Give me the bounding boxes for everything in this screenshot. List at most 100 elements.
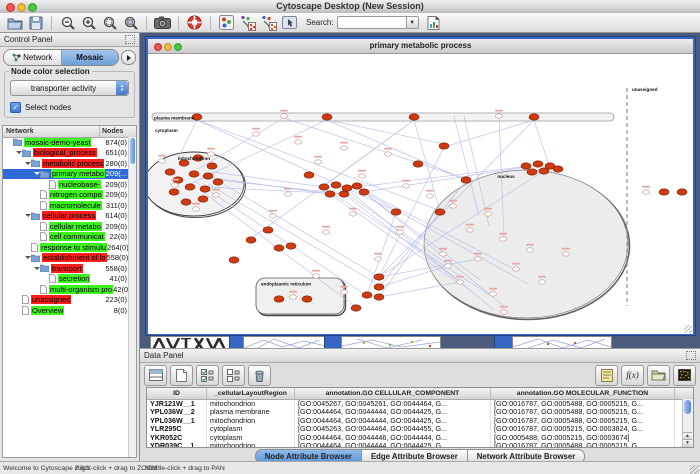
network-node-small[interactable] [341, 146, 348, 150]
tab-overflow-button[interactable] [121, 50, 136, 65]
unselect-all-attributes-icon[interactable] [222, 365, 245, 386]
expander-icon[interactable] [24, 256, 31, 259]
network-node-small[interactable] [281, 114, 288, 118]
network-node-small[interactable] [490, 292, 497, 296]
network-node-small[interactable] [403, 184, 410, 188]
float-panel-icon[interactable] [125, 35, 135, 44]
network-node-small[interactable] [513, 267, 520, 271]
network-node-small[interactable] [315, 160, 322, 164]
network-node-small[interactable] [323, 230, 330, 234]
table-row[interactable]: YDR039C__1mitochondrion[GO:0044464, GO:0… [147, 442, 693, 448]
network-canvas[interactable]: plasma membrane cytoplasm mitochondrion … [148, 54, 693, 334]
expander-icon[interactable] [33, 267, 40, 270]
network-edge[interactable] [252, 120, 414, 238]
zoom-selected-icon[interactable] [100, 14, 119, 31]
network-node-small[interactable] [295, 140, 302, 144]
layout-b-icon[interactable] [259, 14, 278, 31]
network-node[interactable] [529, 114, 539, 120]
table-row[interactable]: YPL036W__2plasma membrane[GO:0044464, GO… [147, 408, 693, 416]
select-attributes-icon[interactable] [144, 365, 167, 386]
network-node-small[interactable] [397, 230, 404, 234]
window-resize-grip[interactable] [690, 465, 699, 474]
help-icon[interactable] [185, 14, 204, 31]
tab-network[interactable]: Network [4, 50, 61, 65]
network-edge[interactable] [284, 118, 466, 179]
network-node-small[interactable] [475, 257, 482, 261]
network-node-small[interactable] [253, 132, 260, 136]
network-node[interactable] [319, 184, 329, 190]
network-node[interactable] [413, 161, 423, 167]
tree-row[interactable]: secretion41(0) [3, 274, 129, 285]
network-node[interactable] [409, 114, 419, 120]
network-frame-titlebar[interactable]: primary metabolic process [148, 39, 693, 54]
open-icon[interactable] [5, 14, 24, 31]
tree-row[interactable]: transport558(0) [3, 263, 129, 274]
table-row[interactable]: YJR121W__1mitochondrion[GO:0045267, GO:0… [147, 400, 693, 408]
snapshot-icon[interactable] [153, 14, 172, 31]
network-node[interactable] [169, 189, 179, 195]
manual-layout-icon[interactable] [280, 14, 299, 31]
network-edge[interactable] [327, 120, 466, 180]
network-node[interactable] [339, 191, 349, 197]
tree-row[interactable]: unassigned223(0) [3, 295, 129, 306]
table-scrollbar[interactable]: ▲ ▼ [682, 399, 693, 447]
network-node-small[interactable] [500, 237, 507, 241]
attribute-formula-form-icon[interactable] [595, 365, 618, 386]
frame-resize-grip[interactable] [684, 325, 692, 333]
network-node[interactable] [351, 305, 361, 311]
tree-row[interactable]: metabolic process280(0) [3, 158, 129, 169]
network-node[interactable] [677, 189, 687, 195]
tree-row[interactable]: Overview8(0) [3, 305, 129, 316]
network-node[interactable] [189, 171, 199, 177]
zoom-fit-icon[interactable] [121, 14, 140, 31]
column-header[interactable]: ID [147, 388, 207, 399]
background-window-edge[interactable] [325, 336, 341, 348]
network-node-small[interactable] [457, 280, 464, 284]
zoom-out-icon[interactable] [58, 14, 77, 31]
network-node[interactable] [302, 296, 312, 302]
network-node-small[interactable] [313, 274, 320, 278]
tree-row[interactable]: response to stimulu264(0) [3, 242, 129, 253]
network-node[interactable] [539, 168, 549, 174]
network-node[interactable] [213, 179, 223, 185]
network-node[interactable] [229, 257, 239, 263]
network-node[interactable] [165, 169, 175, 175]
network-node-small[interactable] [450, 204, 457, 208]
network-node-small[interactable] [375, 257, 382, 261]
network-node[interactable] [203, 173, 213, 179]
network-node[interactable] [359, 189, 369, 195]
network-node-small[interactable] [359, 174, 366, 178]
network-node[interactable] [331, 182, 341, 188]
network-node-small[interactable] [159, 159, 166, 163]
app-titlebar[interactable]: Cytoscape Desktop (New Session) [0, 0, 700, 14]
network-node[interactable] [322, 114, 332, 120]
network-node[interactable] [435, 209, 445, 215]
tree-row[interactable]: cellular metabo209(0) [3, 221, 129, 232]
expander-icon[interactable] [24, 162, 31, 165]
network-node[interactable] [521, 163, 531, 169]
network-node[interactable] [553, 166, 563, 172]
background-window-2[interactable] [341, 336, 441, 348]
network-node-small[interactable] [270, 214, 277, 218]
save-icon[interactable] [26, 14, 45, 31]
table-row[interactable]: YLR295Ccytoplasm[GO:0045263, GO:0044464,… [147, 425, 693, 433]
background-window-3[interactable] [512, 336, 612, 348]
table-row[interactable]: YPL036W__1mitochondrion[GO:0044464, GO:0… [147, 417, 693, 425]
tab-mosaic[interactable]: Mosaic [61, 50, 119, 65]
expander-icon[interactable] [33, 172, 40, 175]
network-node-small[interactable] [539, 280, 546, 284]
network-node[interactable] [374, 284, 384, 290]
attribute-report-icon[interactable] [424, 14, 443, 31]
network-node[interactable] [200, 186, 210, 192]
network-node[interactable] [439, 143, 449, 149]
network-node[interactable] [374, 294, 384, 300]
network-node-small[interactable] [350, 212, 357, 216]
tree-scrollbar[interactable] [128, 137, 136, 457]
vizmapper-icon[interactable] [217, 14, 236, 31]
network-node[interactable] [391, 209, 401, 215]
matrix-view-icon[interactable] [673, 365, 696, 386]
delete-attribute-icon[interactable] [248, 365, 271, 386]
network-node[interactable] [325, 191, 335, 197]
network-node-small[interactable] [445, 264, 452, 268]
network-node[interactable] [181, 199, 191, 205]
